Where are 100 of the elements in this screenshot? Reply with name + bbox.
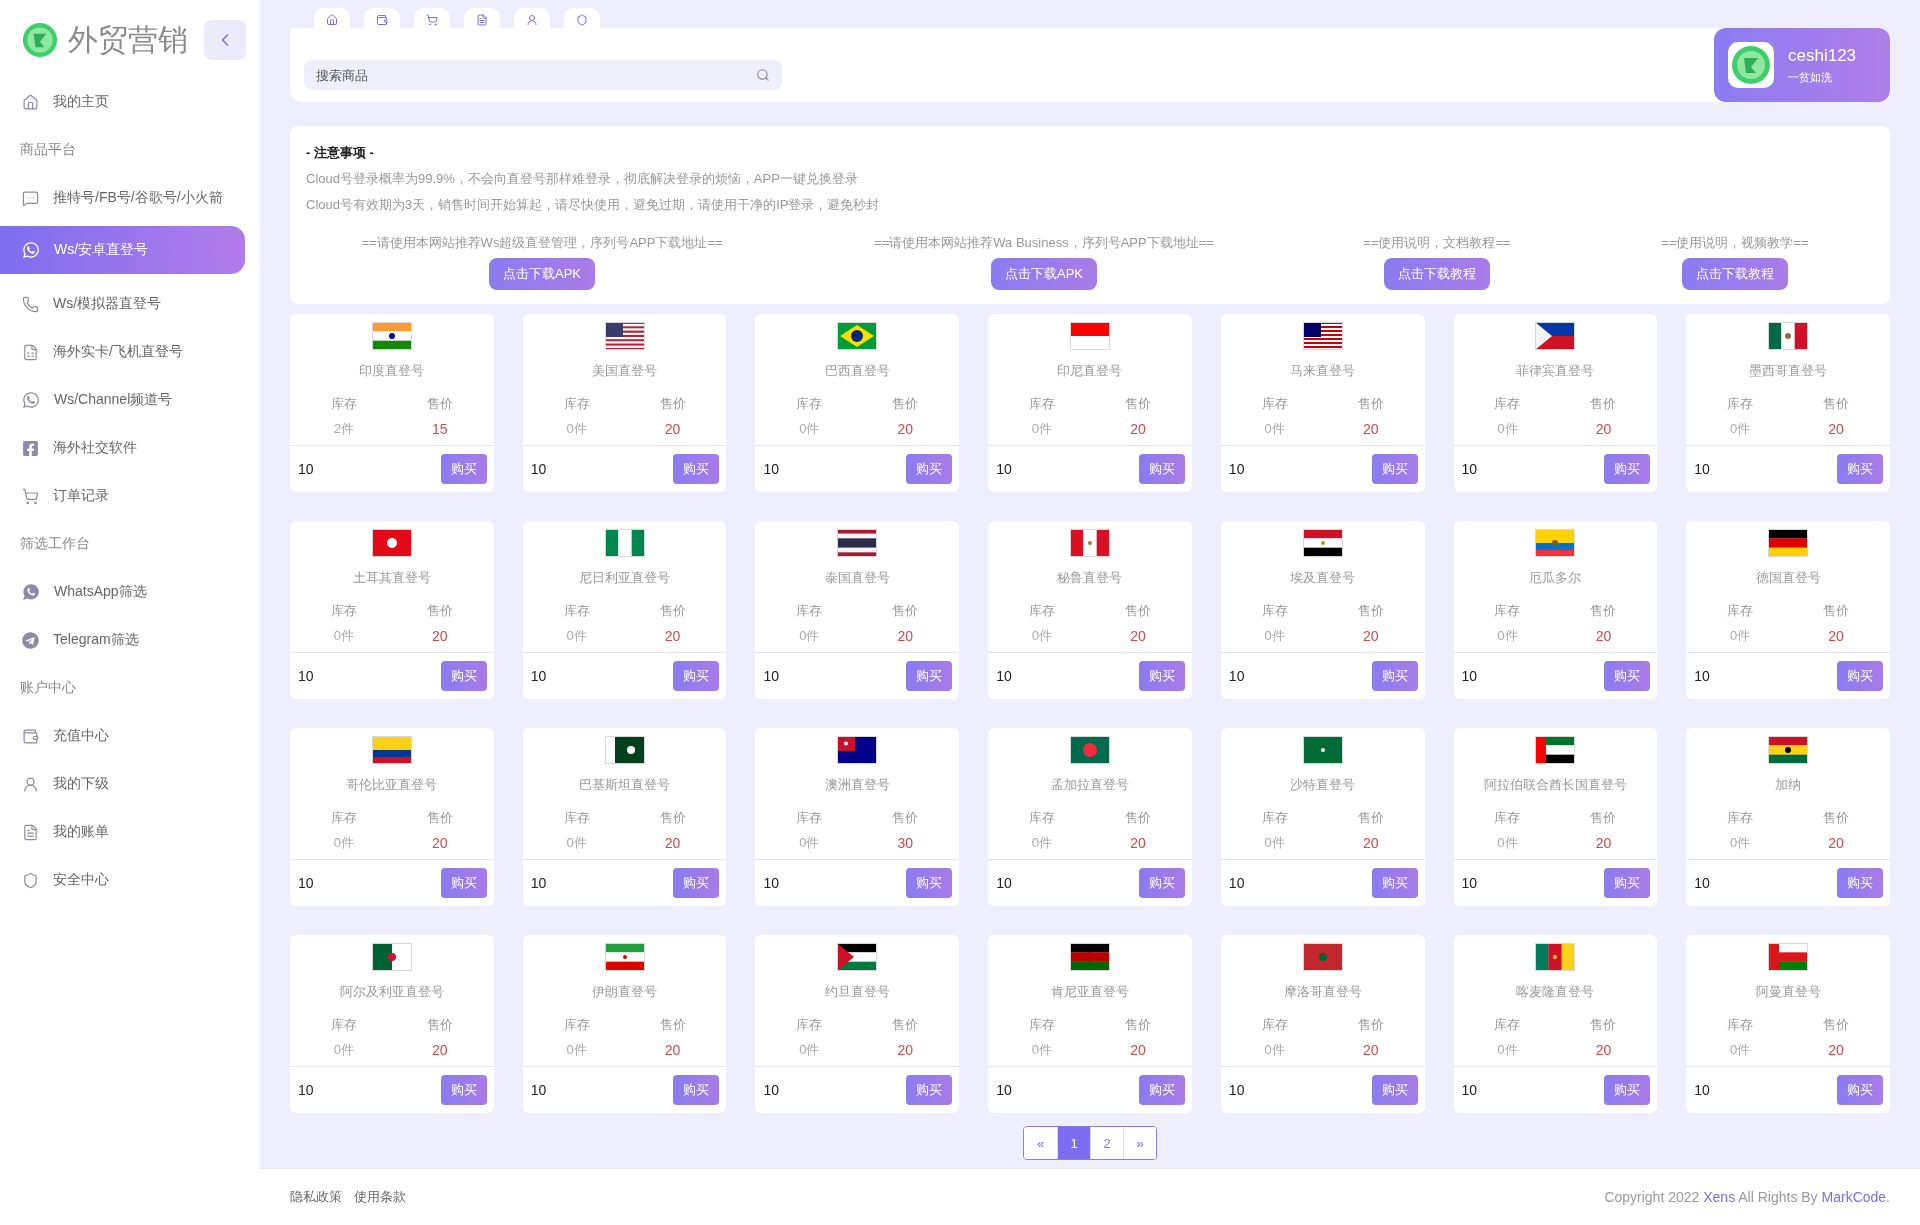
stock-label: 库存	[562, 1016, 591, 1034]
sidebar-item[interactable]: 推特号/FB号/谷歌号/小火箭	[0, 174, 245, 222]
buy-button[interactable]: 购买	[906, 868, 953, 898]
page-button[interactable]: 2	[1090, 1127, 1123, 1159]
home-icon	[22, 93, 39, 111]
sidebar-item[interactable]: 海外实卡/飞机直登号	[0, 328, 245, 376]
buy-button[interactable]: 购买	[673, 868, 720, 898]
sidebar-item[interactable]: 订单记录	[0, 472, 245, 520]
collapse-button[interactable]	[204, 20, 246, 60]
price-label: 售价	[658, 809, 687, 827]
buy-button[interactable]: 购买	[1837, 1075, 1883, 1105]
search-field[interactable]: 搜索商品	[304, 60, 782, 90]
download-caption: ==使用说明，视频教学==	[1661, 234, 1809, 252]
buy-button[interactable]: 购买	[1837, 661, 1883, 691]
buy-button[interactable]: 购买	[1837, 868, 1883, 898]
stock-value: 0件	[1729, 627, 1752, 645]
quick-tab[interactable]	[464, 8, 500, 28]
page-button[interactable]: »	[1123, 1127, 1156, 1159]
price-label: 售价	[1589, 395, 1618, 413]
price-label: 售价	[1124, 1016, 1152, 1034]
sidebar-item-label: Telegram筛选	[53, 631, 139, 649]
quick-tab[interactable]	[314, 8, 350, 28]
buy-button[interactable]: 购买	[1837, 454, 1883, 484]
download-caption: ==请使用本网站推荐Ws超级直登管理，序列号APP下载地址==	[361, 234, 723, 252]
download-button[interactable]: 点击下载APK	[489, 258, 595, 290]
download-button[interactable]: 点击下载教程	[1682, 258, 1788, 290]
stock-value: 0件	[798, 420, 821, 438]
price-value: 20	[663, 1041, 682, 1059]
download-button[interactable]: 点击下载APK	[991, 258, 1097, 290]
buy-button[interactable]: 购买	[440, 1075, 487, 1105]
sidebar-item[interactable]: Ws/Channel频道号	[0, 376, 245, 424]
buy-button[interactable]: 购买	[1604, 868, 1651, 898]
product-name: 土耳其直登号	[352, 569, 431, 587]
quick-tab[interactable]	[514, 8, 550, 28]
buy-button[interactable]: 购买	[1138, 868, 1185, 898]
price-label: 售价	[1822, 1016, 1851, 1034]
sidebar-item-label: 我的主页	[53, 93, 109, 111]
buy-button[interactable]: 购买	[673, 1075, 720, 1105]
buy-button[interactable]: 购买	[440, 454, 487, 484]
buy-button[interactable]: 购买	[906, 661, 953, 691]
page-button[interactable]: «	[1024, 1127, 1057, 1159]
sidebar-item[interactable]: 安全中心	[0, 856, 245, 904]
buy-button[interactable]: 购买	[1371, 1075, 1418, 1105]
page-button[interactable]: 1	[1057, 1127, 1090, 1159]
quick-tab[interactable]	[414, 8, 450, 28]
flag-icon	[1535, 736, 1576, 764]
footer-link[interactable]: 隐私政策	[290, 1188, 342, 1206]
price-label: 售价	[658, 602, 687, 620]
sidebar-item[interactable]: Ws/安卓直登号	[0, 226, 245, 274]
search-icon[interactable]	[756, 68, 770, 82]
user-status: 一贫如洗	[1788, 69, 1833, 85]
buy-button[interactable]: 购买	[1604, 1075, 1651, 1105]
product-name: 孟加拉直登号	[1051, 776, 1129, 794]
buy-button[interactable]: 购买	[440, 661, 487, 691]
user-card[interactable]: ceshi123 一贫如洗	[1714, 28, 1890, 102]
sidebar-item-label: 海外实卡/飞机直登号	[53, 343, 183, 361]
buy-button[interactable]: 购买	[1604, 454, 1651, 484]
download-button[interactable]: 点击下载教程	[1384, 258, 1490, 290]
quick-tab[interactable]	[564, 8, 600, 28]
footer-link[interactable]: 使用条款	[354, 1188, 406, 1206]
flag-icon	[1302, 943, 1343, 971]
sidebar-item[interactable]: 充值中心	[0, 712, 245, 760]
brand-name: 外贸营销	[68, 21, 189, 58]
sidebar-item[interactable]: 我的主页	[0, 78, 245, 126]
buy-button[interactable]: 购买	[673, 454, 720, 484]
download-caption: ==请使用本网站推荐Wa Business，序列号APP下载地址==	[874, 234, 1214, 252]
sidebar-item[interactable]: WhatsApp筛选	[0, 568, 245, 616]
product-name: 肯尼亚直登号	[1051, 983, 1129, 1001]
flag-icon	[837, 943, 878, 971]
sidebar-item[interactable]: Ws/模拟器直登号	[0, 280, 245, 328]
product-name: 摩洛哥直登号	[1283, 983, 1362, 1001]
sidebar-item[interactable]: 我的账单	[0, 808, 245, 856]
buy-button[interactable]: 购买	[1138, 454, 1185, 484]
buy-button[interactable]: 购买	[906, 1075, 953, 1105]
buy-button[interactable]: 购买	[1371, 661, 1418, 691]
buy-button[interactable]: 购买	[906, 454, 953, 484]
price-value: 20	[1827, 420, 1845, 438]
buy-button[interactable]: 购买	[673, 661, 720, 691]
buy-button[interactable]: 购买	[440, 868, 487, 898]
stock-label: 库存	[1028, 602, 1056, 620]
sidebar-item[interactable]: 我的下级	[0, 760, 245, 808]
price-value: 20	[1827, 627, 1845, 645]
price-label: 售价	[1589, 809, 1618, 827]
flag-icon	[371, 943, 412, 971]
flag-icon	[1535, 943, 1576, 971]
buy-button[interactable]: 购买	[1138, 661, 1185, 691]
buy-button[interactable]: 购买	[1371, 868, 1418, 898]
author-link[interactable]: MarkCode	[1821, 1189, 1887, 1205]
sidebar-item[interactable]: 海外社交软件	[0, 424, 245, 472]
quick-tab[interactable]	[364, 8, 400, 28]
buy-button[interactable]: 购买	[1138, 1075, 1185, 1105]
sidebar-item-label: 推特号/FB号/谷歌号/小火箭	[53, 189, 223, 207]
sidebar-item[interactable]: Telegram筛选	[0, 616, 245, 664]
author-link[interactable]: Xens	[1703, 1189, 1736, 1205]
buy-button[interactable]: 购买	[1604, 661, 1651, 691]
buy-button[interactable]: 购买	[1371, 454, 1418, 484]
product-name: 澳洲直登号	[824, 776, 890, 794]
download-caption: ==使用说明，文档教程==	[1363, 234, 1511, 252]
price-label: 售价	[1356, 395, 1385, 413]
product-name: 喀麦隆直登号	[1516, 983, 1595, 1001]
